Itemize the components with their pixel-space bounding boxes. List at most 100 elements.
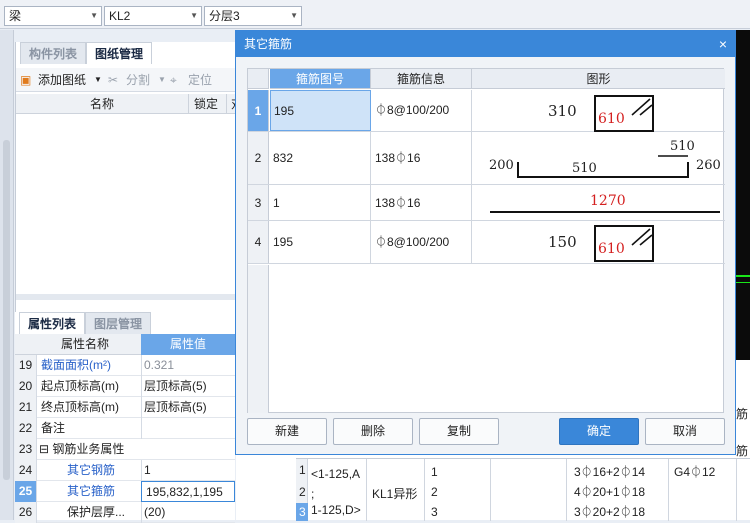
property-group-row[interactable]: 23 ⊟ 钢筋业务属性	[15, 439, 235, 460]
divider	[566, 459, 567, 521]
stirrup-code-cell[interactable]: 832	[270, 132, 371, 184]
new-button[interactable]: 新建	[247, 418, 327, 445]
property-row[interactable]: 24 其它钢筋 1	[15, 460, 235, 481]
stirrup-info-cell[interactable]: ⏀8@100/200	[371, 221, 472, 263]
property-row[interactable]: 22 备注	[15, 418, 235, 439]
table-row[interactable]: 3 1 138⏀16 1270	[248, 185, 725, 221]
ok-button[interactable]: 确定	[559, 418, 639, 445]
chevron-down-icon: ▼	[290, 11, 298, 20]
chevron-down-icon: ▼	[90, 11, 98, 20]
column-property-value: 属性值	[141, 334, 235, 355]
split-button[interactable]: 分割	[126, 68, 150, 92]
span-number: 1	[431, 465, 438, 479]
close-icon[interactable]: ×	[719, 31, 727, 57]
span-number: 3	[431, 505, 438, 519]
layer-value: 分层3	[209, 9, 240, 23]
property-name: 截面面积(m²)	[41, 358, 111, 372]
row-number: 3	[248, 185, 269, 220]
property-name: ⊟ 钢筋业务属性	[39, 442, 125, 456]
stirrup-code-cell[interactable]: 195	[270, 90, 371, 131]
stirrup-code-cell[interactable]: 1	[270, 185, 371, 220]
column-lock: 锁定	[188, 94, 218, 114]
dialog-title: 其它箍筋	[244, 37, 293, 51]
shape-cell[interactable]: 510 200 510 260	[472, 132, 725, 184]
locate-button[interactable]: 定位	[188, 68, 212, 92]
table-row[interactable]: 2 832 138⏀16 510 200 510 260	[248, 132, 725, 185]
component-selector-bar: 梁 ▼ KL2 ▼ 分层3 ▼	[0, 0, 750, 29]
category-combo[interactable]: 梁 ▼	[4, 6, 102, 26]
property-name: 起点顶标高(m)	[41, 379, 119, 393]
property-row[interactable]: 19 截面面积(m²) 0.321	[15, 355, 235, 376]
copy-button[interactable]: 复制	[419, 418, 499, 445]
dialog-title-bar: 其它箍筋 ×	[236, 31, 735, 57]
shape-cell[interactable]: 1270	[472, 185, 725, 220]
property-row-selected[interactable]: 25其它箍筋195,832,1,195···	[15, 481, 273, 502]
tab-layer-management[interactable]: 图层管理	[85, 312, 152, 334]
canvas-dark-area	[734, 30, 750, 360]
property-value: 195,832,1,195	[146, 485, 223, 499]
split-icon: ✂	[108, 73, 119, 87]
row-number: 21	[15, 397, 37, 418]
row-number: 25	[15, 481, 37, 502]
tab-drawing-management[interactable]: 图纸管理	[86, 42, 153, 64]
component-combo[interactable]: KL2 ▼	[104, 6, 202, 26]
add-drawing-button[interactable]: 添加图纸	[38, 68, 86, 92]
property-value[interactable]: 层顶标高(5)	[141, 397, 235, 418]
bent-bar-shape	[517, 155, 689, 178]
row-number: 2	[248, 132, 269, 184]
table-row[interactable]: 1 195 ⏀8@100/200 310 610	[248, 90, 725, 132]
member-name: KL1异形	[372, 487, 418, 501]
property-value[interactable]: 1	[141, 460, 235, 481]
stirrup-info-cell[interactable]: 138⏀16	[371, 132, 472, 184]
layer-combo[interactable]: 分层3 ▼	[204, 6, 302, 26]
delete-button[interactable]: 删除	[333, 418, 413, 445]
stirrup-info-cell[interactable]: ⏀8@100/200	[371, 90, 472, 131]
row-number: 4	[248, 221, 269, 263]
property-name: 其它钢筋	[67, 463, 116, 477]
category-value: 梁	[9, 9, 22, 23]
chevron-down-icon: ▼	[94, 75, 102, 84]
property-value[interactable]: 层顶标高(5)	[141, 376, 235, 397]
axis-text: 1-125,D>	[311, 503, 361, 517]
shape-cell[interactable]: 150 610	[472, 221, 725, 263]
divider	[736, 459, 737, 521]
column-stirrup-info[interactable]: 箍筋信息	[371, 69, 472, 89]
straight-bar-shape	[490, 211, 720, 213]
scrollbar[interactable]	[3, 140, 10, 480]
drawing-grid-header: 名称 锁定 对	[16, 94, 243, 114]
property-list-panel: 属性列表 图层管理 属性名称 属性值 19 截面面积(m²) 0.321 20 起点顶…	[15, 312, 273, 523]
tab-component-list[interactable]: 构件列表	[20, 42, 87, 64]
row-number: 19	[15, 355, 37, 376]
property-value[interactable]: 0.321	[141, 355, 235, 376]
tab-property-list[interactable]: 属性列表	[19, 312, 86, 334]
canvas-line	[734, 282, 750, 283]
corner-header	[248, 69, 269, 89]
column-shape[interactable]: 图形	[472, 69, 725, 89]
property-row[interactable]: 21 终点顶标高(m) 层顶标高(5)	[15, 397, 235, 418]
other-stirrup-input[interactable]: 195,832,1,195	[141, 481, 235, 502]
stirrup-code-cell[interactable]: 195	[270, 221, 371, 263]
chevron-down-icon: ▼	[158, 75, 166, 84]
property-name: 终点顶标高(m)	[41, 400, 119, 414]
property-row[interactable]: 20 起点顶标高(m) 层顶标高(5)	[15, 376, 235, 397]
add-drawing-icon: ▣	[20, 73, 32, 87]
table-row[interactable]: 4 195 ⏀8@100/200 150 610	[248, 221, 725, 264]
column-name: 名称	[90, 97, 115, 111]
stirrup-spec: G4⏀12	[674, 465, 716, 479]
axis-text: <1-125,A	[311, 467, 361, 481]
divider	[424, 459, 425, 521]
column-stirrup-code[interactable]: 箍筋图号	[270, 69, 371, 89]
bar-spec: 4⏀20+1⏀18	[574, 485, 646, 499]
component-value: KL2	[109, 9, 131, 23]
span-number: 2	[431, 485, 438, 499]
stirrup-grid: 箍筋图号 箍筋信息 图形 1 195 ⏀8@100/200 310 610 2 …	[247, 68, 725, 413]
divider	[490, 459, 491, 521]
property-name: 备注	[41, 421, 66, 435]
row-number: 3	[296, 503, 308, 521]
property-value[interactable]	[141, 418, 235, 439]
shape-cell[interactable]: 310 610	[472, 90, 725, 132]
stirrup-info-cell[interactable]: 138⏀16	[371, 185, 472, 220]
left-tabs: 构件列表 图纸管理	[20, 42, 153, 64]
property-header: 属性名称 属性值	[15, 334, 235, 355]
cancel-button[interactable]: 取消	[645, 418, 725, 445]
